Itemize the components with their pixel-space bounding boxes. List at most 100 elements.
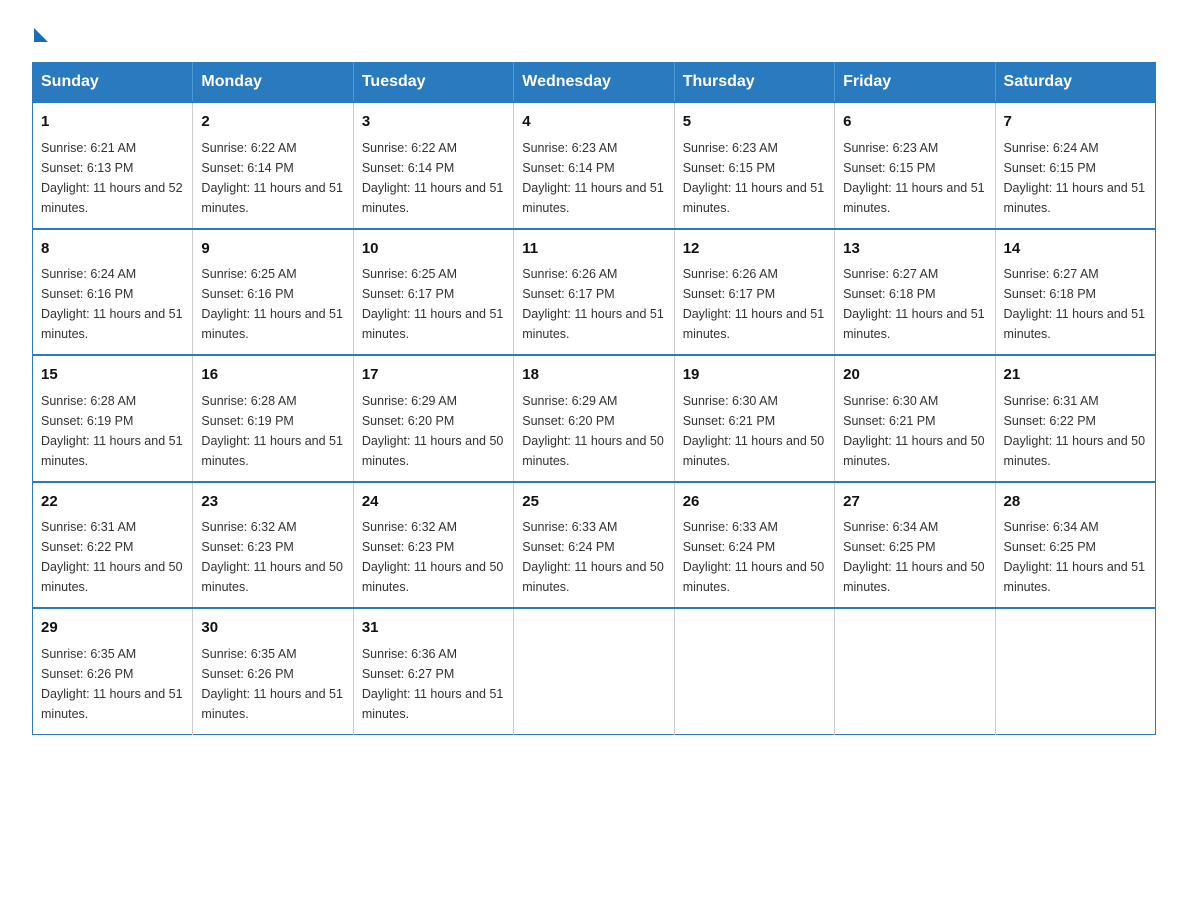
calendar-cell: 6 Sunrise: 6:23 AMSunset: 6:15 PMDayligh… [835, 102, 995, 229]
day-info: Sunrise: 6:25 AMSunset: 6:16 PMDaylight:… [201, 267, 343, 341]
day-number: 1 [41, 111, 184, 134]
day-info: Sunrise: 6:34 AMSunset: 6:25 PMDaylight:… [843, 520, 985, 594]
calendar-cell: 7 Sunrise: 6:24 AMSunset: 6:15 PMDayligh… [995, 102, 1155, 229]
day-number: 12 [683, 238, 826, 261]
calendar-cell: 16 Sunrise: 6:28 AMSunset: 6:19 PMDaylig… [193, 355, 353, 482]
calendar-cell: 8 Sunrise: 6:24 AMSunset: 6:16 PMDayligh… [33, 229, 193, 356]
day-info: Sunrise: 6:35 AMSunset: 6:26 PMDaylight:… [201, 647, 343, 721]
day-number: 5 [683, 111, 826, 134]
day-number: 4 [522, 111, 665, 134]
calendar-cell: 22 Sunrise: 6:31 AMSunset: 6:22 PMDaylig… [33, 482, 193, 609]
calendar-cell: 1 Sunrise: 6:21 AMSunset: 6:13 PMDayligh… [33, 102, 193, 229]
day-info: Sunrise: 6:28 AMSunset: 6:19 PMDaylight:… [41, 394, 183, 468]
calendar-table: SundayMondayTuesdayWednesdayThursdayFrid… [32, 62, 1156, 735]
day-info: Sunrise: 6:33 AMSunset: 6:24 PMDaylight:… [683, 520, 825, 594]
calendar-cell: 19 Sunrise: 6:30 AMSunset: 6:21 PMDaylig… [674, 355, 834, 482]
calendar-cell [674, 608, 834, 734]
header-row: SundayMondayTuesdayWednesdayThursdayFrid… [33, 63, 1156, 103]
header-day-monday: Monday [193, 63, 353, 103]
day-info: Sunrise: 6:26 AMSunset: 6:17 PMDaylight:… [522, 267, 664, 341]
day-info: Sunrise: 6:22 AMSunset: 6:14 PMDaylight:… [201, 141, 343, 215]
calendar-header: SundayMondayTuesdayWednesdayThursdayFrid… [33, 63, 1156, 103]
calendar-cell: 2 Sunrise: 6:22 AMSunset: 6:14 PMDayligh… [193, 102, 353, 229]
logo-arrow-icon [34, 28, 48, 42]
day-info: Sunrise: 6:32 AMSunset: 6:23 PMDaylight:… [201, 520, 343, 594]
header-day-sunday: Sunday [33, 63, 193, 103]
header-day-thursday: Thursday [674, 63, 834, 103]
day-number: 28 [1004, 491, 1147, 514]
day-info: Sunrise: 6:29 AMSunset: 6:20 PMDaylight:… [362, 394, 504, 468]
calendar-cell: 25 Sunrise: 6:33 AMSunset: 6:24 PMDaylig… [514, 482, 674, 609]
day-number: 9 [201, 238, 344, 261]
day-number: 11 [522, 238, 665, 261]
logo [32, 24, 48, 42]
day-number: 24 [362, 491, 505, 514]
day-info: Sunrise: 6:30 AMSunset: 6:21 PMDaylight:… [843, 394, 985, 468]
day-info: Sunrise: 6:30 AMSunset: 6:21 PMDaylight:… [683, 394, 825, 468]
calendar-week-1: 1 Sunrise: 6:21 AMSunset: 6:13 PMDayligh… [33, 102, 1156, 229]
header-day-tuesday: Tuesday [353, 63, 513, 103]
day-info: Sunrise: 6:34 AMSunset: 6:25 PMDaylight:… [1004, 520, 1146, 594]
day-info: Sunrise: 6:21 AMSunset: 6:13 PMDaylight:… [41, 141, 183, 215]
day-info: Sunrise: 6:27 AMSunset: 6:18 PMDaylight:… [843, 267, 985, 341]
day-number: 16 [201, 364, 344, 387]
calendar-week-5: 29 Sunrise: 6:35 AMSunset: 6:26 PMDaylig… [33, 608, 1156, 734]
calendar-cell: 28 Sunrise: 6:34 AMSunset: 6:25 PMDaylig… [995, 482, 1155, 609]
day-info: Sunrise: 6:23 AMSunset: 6:15 PMDaylight:… [843, 141, 985, 215]
calendar-cell: 20 Sunrise: 6:30 AMSunset: 6:21 PMDaylig… [835, 355, 995, 482]
calendar-body: 1 Sunrise: 6:21 AMSunset: 6:13 PMDayligh… [33, 102, 1156, 734]
calendar-cell: 5 Sunrise: 6:23 AMSunset: 6:15 PMDayligh… [674, 102, 834, 229]
calendar-cell: 31 Sunrise: 6:36 AMSunset: 6:27 PMDaylig… [353, 608, 513, 734]
day-info: Sunrise: 6:31 AMSunset: 6:22 PMDaylight:… [41, 520, 183, 594]
calendar-cell: 4 Sunrise: 6:23 AMSunset: 6:14 PMDayligh… [514, 102, 674, 229]
day-number: 7 [1004, 111, 1147, 134]
day-number: 10 [362, 238, 505, 261]
calendar-week-3: 15 Sunrise: 6:28 AMSunset: 6:19 PMDaylig… [33, 355, 1156, 482]
calendar-cell [514, 608, 674, 734]
day-info: Sunrise: 6:24 AMSunset: 6:15 PMDaylight:… [1004, 141, 1146, 215]
calendar-cell: 24 Sunrise: 6:32 AMSunset: 6:23 PMDaylig… [353, 482, 513, 609]
day-number: 2 [201, 111, 344, 134]
calendar-cell: 23 Sunrise: 6:32 AMSunset: 6:23 PMDaylig… [193, 482, 353, 609]
day-number: 18 [522, 364, 665, 387]
calendar-cell: 10 Sunrise: 6:25 AMSunset: 6:17 PMDaylig… [353, 229, 513, 356]
day-number: 8 [41, 238, 184, 261]
day-number: 31 [362, 617, 505, 640]
day-info: Sunrise: 6:32 AMSunset: 6:23 PMDaylight:… [362, 520, 504, 594]
day-number: 20 [843, 364, 986, 387]
calendar-week-4: 22 Sunrise: 6:31 AMSunset: 6:22 PMDaylig… [33, 482, 1156, 609]
day-number: 17 [362, 364, 505, 387]
calendar-cell [835, 608, 995, 734]
calendar-cell: 13 Sunrise: 6:27 AMSunset: 6:18 PMDaylig… [835, 229, 995, 356]
page-header [32, 24, 1156, 42]
day-info: Sunrise: 6:31 AMSunset: 6:22 PMDaylight:… [1004, 394, 1146, 468]
calendar-cell: 21 Sunrise: 6:31 AMSunset: 6:22 PMDaylig… [995, 355, 1155, 482]
calendar-cell: 9 Sunrise: 6:25 AMSunset: 6:16 PMDayligh… [193, 229, 353, 356]
day-info: Sunrise: 6:23 AMSunset: 6:14 PMDaylight:… [522, 141, 664, 215]
day-info: Sunrise: 6:33 AMSunset: 6:24 PMDaylight:… [522, 520, 664, 594]
day-info: Sunrise: 6:26 AMSunset: 6:17 PMDaylight:… [683, 267, 825, 341]
calendar-cell: 3 Sunrise: 6:22 AMSunset: 6:14 PMDayligh… [353, 102, 513, 229]
calendar-cell: 11 Sunrise: 6:26 AMSunset: 6:17 PMDaylig… [514, 229, 674, 356]
day-number: 27 [843, 491, 986, 514]
day-info: Sunrise: 6:24 AMSunset: 6:16 PMDaylight:… [41, 267, 183, 341]
calendar-cell: 14 Sunrise: 6:27 AMSunset: 6:18 PMDaylig… [995, 229, 1155, 356]
day-info: Sunrise: 6:27 AMSunset: 6:18 PMDaylight:… [1004, 267, 1146, 341]
calendar-cell: 12 Sunrise: 6:26 AMSunset: 6:17 PMDaylig… [674, 229, 834, 356]
day-info: Sunrise: 6:25 AMSunset: 6:17 PMDaylight:… [362, 267, 504, 341]
header-day-saturday: Saturday [995, 63, 1155, 103]
calendar-cell [995, 608, 1155, 734]
calendar-cell: 26 Sunrise: 6:33 AMSunset: 6:24 PMDaylig… [674, 482, 834, 609]
day-number: 22 [41, 491, 184, 514]
day-info: Sunrise: 6:29 AMSunset: 6:20 PMDaylight:… [522, 394, 664, 468]
day-info: Sunrise: 6:28 AMSunset: 6:19 PMDaylight:… [201, 394, 343, 468]
day-number: 15 [41, 364, 184, 387]
calendar-cell: 18 Sunrise: 6:29 AMSunset: 6:20 PMDaylig… [514, 355, 674, 482]
day-number: 6 [843, 111, 986, 134]
day-number: 26 [683, 491, 826, 514]
header-day-wednesday: Wednesday [514, 63, 674, 103]
day-number: 14 [1004, 238, 1147, 261]
day-number: 3 [362, 111, 505, 134]
calendar-cell: 30 Sunrise: 6:35 AMSunset: 6:26 PMDaylig… [193, 608, 353, 734]
day-number: 25 [522, 491, 665, 514]
